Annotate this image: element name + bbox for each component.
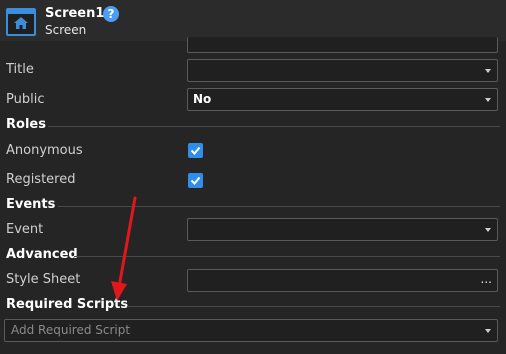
anonymous-checkbox[interactable] bbox=[188, 143, 203, 158]
events-section-header: Events bbox=[6, 197, 56, 212]
section-divider bbox=[48, 126, 500, 127]
stylesheet-label: Style Sheet bbox=[6, 272, 81, 287]
screen-title: Screen1 bbox=[45, 6, 105, 21]
advanced-section-header: Advanced bbox=[6, 247, 78, 262]
section-divider bbox=[127, 306, 500, 307]
check-icon bbox=[190, 176, 201, 185]
chevron-down-icon bbox=[485, 69, 491, 73]
red-annotation-arrow-icon bbox=[111, 196, 137, 301]
panel-header: Screen1 ? Screen bbox=[0, 0, 506, 41]
help-icon[interactable]: ? bbox=[103, 6, 119, 22]
registered-label: Registered bbox=[6, 172, 76, 187]
registered-checkbox[interactable] bbox=[188, 173, 203, 188]
screen-subtitle: Screen bbox=[45, 23, 87, 37]
chevron-down-icon bbox=[485, 228, 491, 232]
check-icon bbox=[190, 146, 201, 155]
public-value: No bbox=[193, 92, 212, 106]
add-required-script-select[interactable]: Add Required Script bbox=[4, 319, 498, 342]
title-label: Title bbox=[6, 62, 34, 77]
event-label: Event bbox=[6, 222, 44, 237]
screen-home-icon bbox=[6, 8, 36, 36]
add-script-placeholder: Add Required Script bbox=[11, 323, 131, 337]
anonymous-label: Anonymous bbox=[6, 143, 83, 158]
roles-section-header: Roles bbox=[6, 117, 46, 132]
public-select[interactable]: No bbox=[187, 88, 498, 111]
partial-field[interactable] bbox=[187, 37, 498, 53]
chevron-down-icon bbox=[485, 329, 491, 333]
stylesheet-field[interactable]: ... bbox=[187, 269, 498, 292]
public-label: Public bbox=[6, 92, 45, 107]
event-select[interactable] bbox=[187, 218, 498, 241]
title-select[interactable] bbox=[187, 59, 498, 82]
chevron-down-icon bbox=[485, 98, 491, 102]
browse-button[interactable]: ... bbox=[481, 272, 492, 286]
